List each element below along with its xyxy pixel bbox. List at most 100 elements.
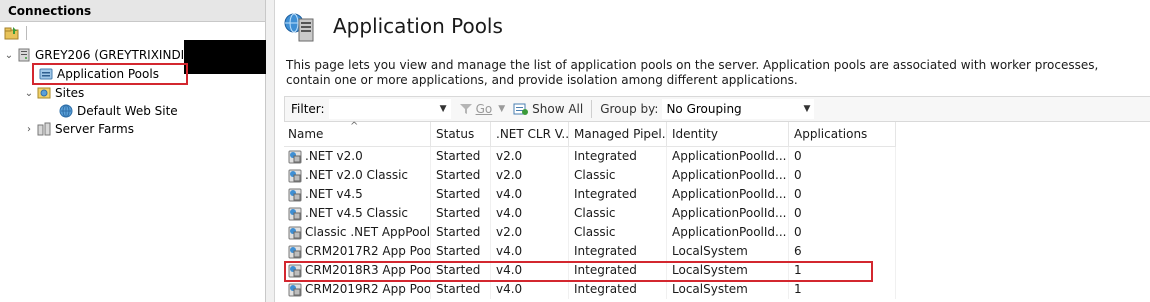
cell-applications: 0: [789, 147, 896, 166]
cell-text: Integrated: [574, 244, 637, 258]
cell-status: Started: [431, 204, 491, 223]
cell-text: ApplicationPoolId...: [672, 168, 787, 182]
expand-chevron-icon[interactable]: ›: [24, 124, 34, 135]
app-pool-icon: [288, 169, 302, 183]
app-pool-icon: [288, 207, 302, 221]
table-row[interactable]: .NET v4.5 Classic Started v4.0 Classic Appli…: [284, 204, 896, 223]
column-header-clr-version[interactable]: .NET CLR V...: [491, 122, 569, 146]
cell-pipeline: Integrated: [569, 280, 667, 299]
cell-text: Classic .NET AppPool: [305, 225, 431, 239]
cell-applications: 0: [789, 185, 896, 204]
server-farm-icon: [36, 121, 52, 137]
cell-name: .NET v2.0 Classic: [284, 166, 431, 185]
app-pool-icon: [288, 188, 302, 202]
cell-text: LocalSystem: [672, 244, 748, 258]
table-row[interactable]: .NET v2.0 Started v2.0 Integrated Applicatio…: [284, 147, 896, 166]
tree-item-server[interactable]: ⌄ GREY206 (GREYTRIXINDIA\: [4, 46, 197, 64]
go-button[interactable]: Go ▼: [459, 102, 505, 116]
collapse-chevron-icon[interactable]: ⌄: [4, 50, 14, 61]
cell-text: LocalSystem: [672, 282, 748, 296]
cell-text: 6: [794, 244, 802, 258]
main-content: Application Pools This page lets you vie…: [276, 0, 1150, 302]
cell-text: ApplicationPoolId...: [672, 225, 787, 239]
tree-item-default-web-site[interactable]: Default Web Site: [58, 102, 178, 120]
cell-text: v4.0: [496, 244, 523, 258]
funnel-icon: [459, 104, 472, 114]
cell-text: ApplicationPoolId...: [672, 206, 787, 220]
cell-clr-version: v4.0: [491, 280, 569, 299]
cell-clr-version: v2.0: [491, 166, 569, 185]
cell-identity: ApplicationPoolId...: [667, 204, 789, 223]
column-header-status[interactable]: Status: [431, 122, 491, 146]
table-row[interactable]: .NET v4.5 Started v4.0 Integrated Applicatio…: [284, 185, 896, 204]
dropdown-arrow-icon[interactable]: ▼: [804, 104, 811, 114]
cell-applications: 0: [789, 204, 896, 223]
cell-identity: ApplicationPoolId...: [667, 185, 789, 204]
table-row[interactable]: .NET v2.0 Classic Started v2.0 Classic Appli…: [284, 166, 896, 185]
cell-text: Classic: [574, 225, 616, 239]
show-all-icon: [513, 103, 529, 115]
filter-input[interactable]: ▼: [328, 99, 451, 119]
tree-item-label: Server Farms: [55, 122, 134, 136]
group-by-select[interactable]: No Grouping ▼: [662, 99, 815, 119]
cell-clr-version: v4.0: [491, 242, 569, 261]
dropdown-arrow-icon[interactable]: ▼: [440, 104, 447, 114]
highlight-box-application-pools: [32, 63, 188, 85]
column-header-pipeline[interactable]: Managed Pipel...: [569, 122, 667, 146]
cell-name: .NET v4.5 Classic: [284, 204, 431, 223]
group-by-value: No Grouping: [666, 102, 742, 116]
toolbar-separator: [26, 26, 27, 40]
cell-status: Started: [431, 147, 491, 166]
cell-pipeline: Integrated: [569, 242, 667, 261]
app-pool-icon: [288, 283, 302, 297]
cell-text: v2.0: [496, 149, 523, 163]
cell-applications: 1: [789, 280, 896, 299]
group-by-label: Group by:: [600, 102, 659, 116]
column-header-identity[interactable]: Identity: [667, 122, 789, 146]
cell-identity: ApplicationPoolId...: [667, 166, 789, 185]
cell-status: Started: [431, 223, 491, 242]
page-description: This page lets you view and manage the l…: [286, 58, 1099, 87]
cell-text: Integrated: [574, 149, 637, 163]
tree-item-sites[interactable]: ⌄ Sites: [24, 84, 85, 102]
cell-clr-version: v2.0: [491, 147, 569, 166]
column-header-applications[interactable]: Applications: [789, 122, 896, 146]
connections-title: Connections: [0, 0, 265, 22]
cell-text: ApplicationPoolId...: [672, 149, 787, 163]
tree-item-server-farms[interactable]: › Server Farms: [24, 120, 134, 138]
server-icon: [16, 47, 32, 63]
cell-applications: 0: [789, 223, 896, 242]
sort-ascending-icon: ^: [350, 121, 359, 132]
cell-name: CRM2019R2 App Pool: [284, 280, 431, 299]
panel-splitter[interactable]: [266, 0, 275, 302]
filter-toolbar: Filter: ▼ Go ▼ Show All Group by: No Gro…: [284, 96, 1150, 122]
show-all-button[interactable]: Show All: [513, 102, 583, 116]
go-dropdown-icon[interactable]: ▼: [498, 104, 505, 114]
cell-pipeline: Integrated: [569, 147, 667, 166]
collapse-chevron-icon[interactable]: ⌄: [24, 88, 34, 99]
cell-status: Started: [431, 280, 491, 299]
go-label: Go: [475, 102, 493, 116]
cell-clr-version: v4.0: [491, 185, 569, 204]
cell-text: Integrated: [574, 282, 637, 296]
table-row[interactable]: Classic .NET AppPool Started v2.0 Classic Ap…: [284, 223, 896, 242]
cell-text: CRM2017R2 App Pool: [305, 244, 431, 258]
show-all-label: Show All: [532, 102, 584, 116]
application-pools-feature-icon: [282, 10, 318, 44]
cell-text: Started: [436, 282, 481, 296]
create-connection-icon[interactable]: [4, 26, 20, 40]
sites-icon: [36, 85, 52, 101]
cell-text: 1: [794, 282, 802, 296]
table-row[interactable]: CRM2017R2 App Pool Started v4.0 Integrated L…: [284, 242, 896, 261]
connections-toolbar: [0, 22, 265, 42]
cell-text: .NET v2.0 Classic: [305, 168, 409, 182]
cell-pipeline: Classic: [569, 204, 667, 223]
cell-text: 0: [794, 149, 802, 163]
tree-item-label: Default Web Site: [77, 104, 178, 118]
cell-applications: 0: [789, 166, 896, 185]
cell-identity: ApplicationPoolId...: [667, 223, 789, 242]
cell-text: CRM2019R2 App Pool: [305, 282, 431, 296]
cell-pipeline: Classic: [569, 166, 667, 185]
cell-name: .NET v2.0: [284, 147, 431, 166]
table-row[interactable]: CRM2019R2 App Pool Started v4.0 Integrated L…: [284, 280, 896, 299]
